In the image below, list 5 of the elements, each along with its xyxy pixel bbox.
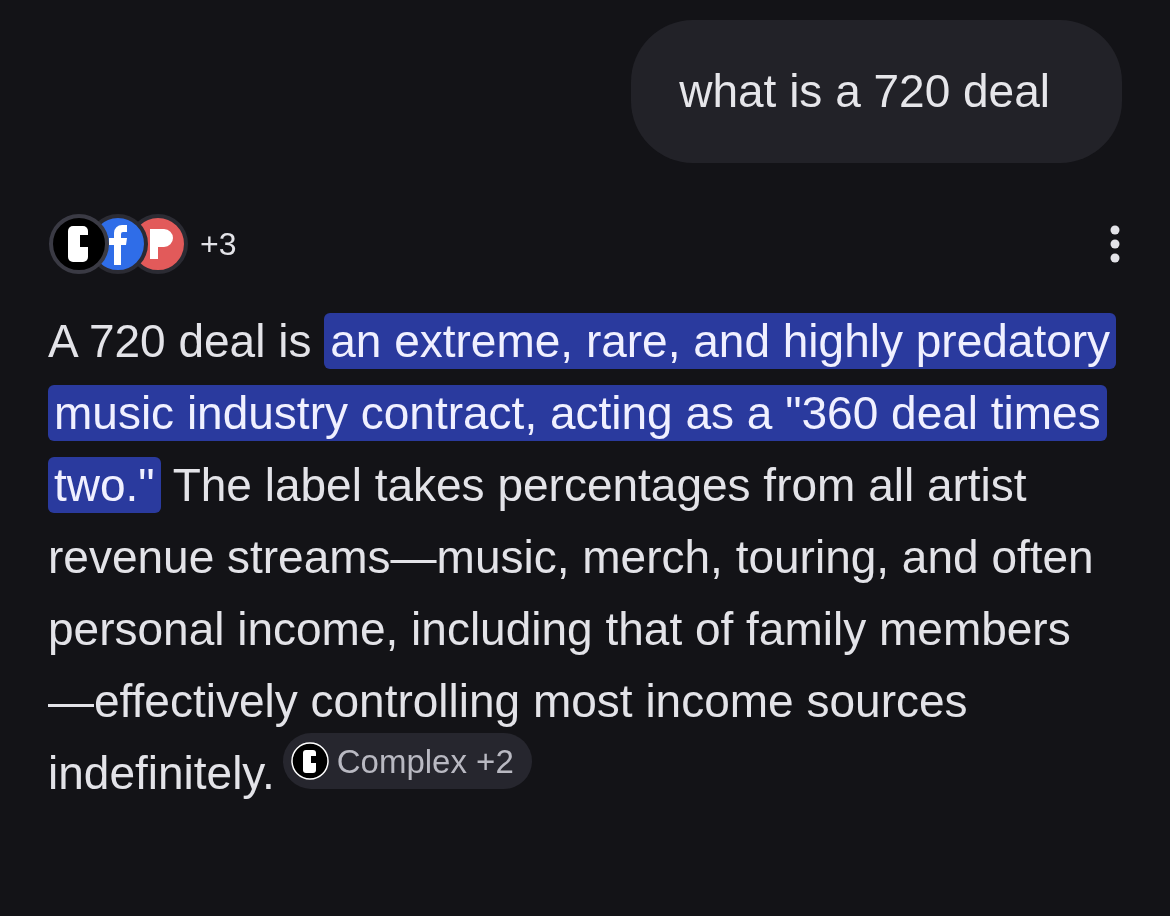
prompt-bubble: what is a 720 deal [631, 20, 1122, 163]
more-options-icon[interactable] [1108, 224, 1122, 264]
source-logo-icon [290, 742, 329, 780]
source-count[interactable]: +3 [200, 220, 237, 268]
citation-chip[interactable]: Complex +2 [282, 733, 532, 789]
